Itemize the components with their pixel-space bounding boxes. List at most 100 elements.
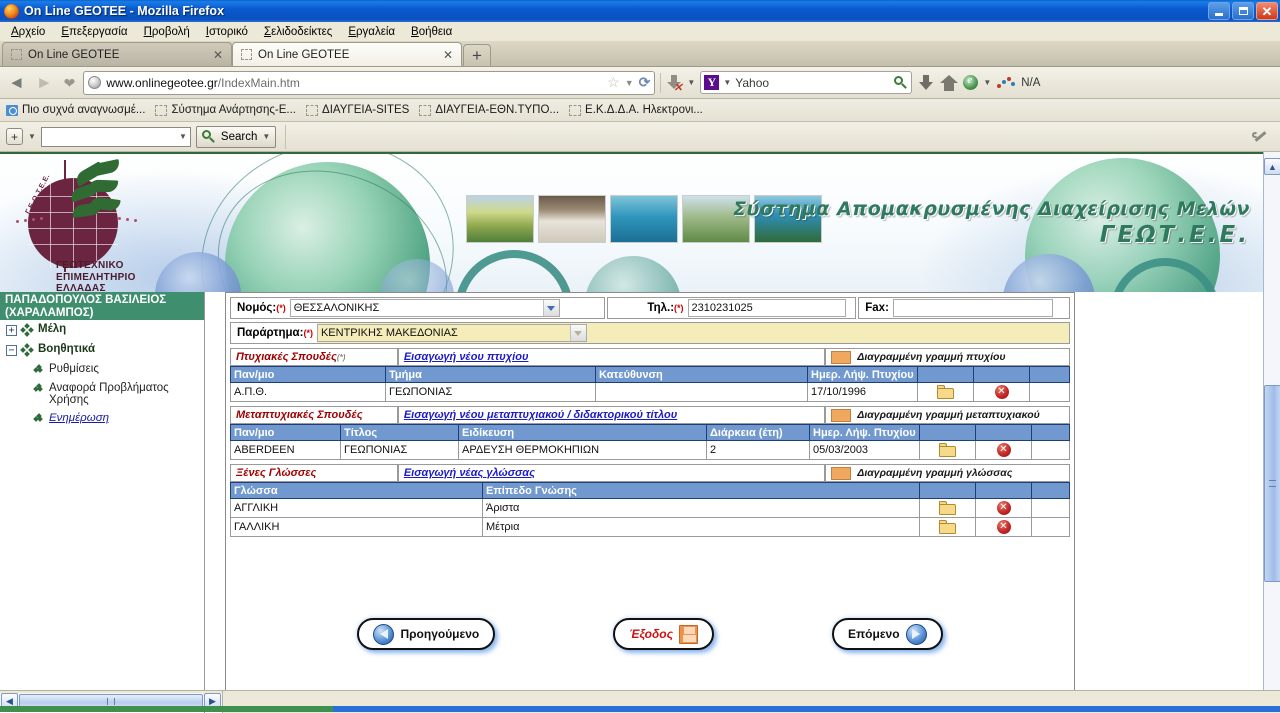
ie-tab-icon[interactable] — [963, 75, 978, 90]
download-blocked-icon[interactable]: ✕ — [666, 73, 682, 93]
exit-button[interactable]: Έξοδος — [613, 618, 714, 650]
tab-close-icon[interactable]: ✕ — [441, 48, 455, 62]
chevron-down-icon[interactable] — [543, 300, 559, 316]
delete-icon[interactable]: ✕ — [997, 520, 1011, 534]
parartima-select[interactable]: ΚΕΝΤΡΙΚΗΣ ΜΑΚΕΔΟΝΙΑΣ — [317, 324, 587, 342]
cell-delete[interactable]: ✕ — [976, 441, 1032, 460]
yahoo-search-box[interactable]: Y ▼ Yahoo — [700, 71, 912, 94]
add-button[interactable]: + — [6, 128, 23, 145]
maximize-button[interactable] — [1232, 2, 1254, 20]
chevron-down-icon[interactable]: ▼ — [723, 78, 731, 87]
next-button-label: Επόμενο — [848, 627, 900, 641]
scroll-up-button[interactable]: ▲ — [1264, 158, 1280, 175]
folder-icon[interactable] — [939, 443, 956, 457]
toolbar-search-input[interactable]: ▼ — [41, 127, 191, 147]
menu-item-help[interactable]: Βοήθεια — [404, 25, 459, 39]
fax-input[interactable] — [893, 299, 1053, 317]
add-degree-link[interactable]: Εισαγωγή νέου πτυχίου — [404, 351, 529, 363]
chevron-down-icon[interactable]: ▼ — [687, 78, 695, 87]
column-header — [920, 425, 976, 441]
toolbar-search-label: Search — [221, 131, 257, 143]
legend-label: Διαγραμμένη γραμμή πτυχίου — [857, 351, 1005, 363]
downloads-icon[interactable] — [917, 73, 935, 93]
scatter-plot-icon[interactable] — [996, 75, 1016, 91]
column-header — [976, 483, 1032, 499]
cell-delete[interactable]: ✕ — [974, 383, 1030, 402]
tab-close-icon[interactable]: ✕ — [211, 48, 225, 62]
close-button[interactable]: ✕ — [1256, 2, 1278, 20]
folder-icon[interactable] — [939, 520, 956, 534]
bookmark-star-icon[interactable]: ❤ — [61, 76, 79, 90]
delete-icon[interactable]: ✕ — [995, 385, 1009, 399]
leaf-diamond-icon — [34, 414, 45, 425]
menu-item-history[interactable]: Ιστορικό — [199, 25, 255, 39]
bookmark-item-1[interactable]: Σύστημα Ανάρτησης-Ε... — [155, 104, 296, 116]
chevron-down-icon[interactable]: ▼ — [262, 132, 270, 141]
column-header — [920, 483, 976, 499]
folder-icon[interactable] — [937, 385, 954, 399]
decorative-circle — [585, 256, 681, 292]
forward-icon[interactable]: ► — [33, 74, 56, 91]
add-language-link[interactable]: Εισαγωγή νέας γλώσσας — [404, 467, 535, 479]
address-bar[interactable]: www.onlinegeotee.gr/IndexMain.htm ☆ ▼ ⟳ — [83, 71, 655, 95]
cell-edit[interactable] — [920, 518, 976, 537]
bookmark-item-3[interactable]: ΔΙΑΥΓΕΙΑ-ΕΘΝ.ΤΥΠΟ... — [419, 104, 559, 116]
cell-spacer — [1032, 441, 1070, 460]
bookmark-icon[interactable]: ☆ — [607, 74, 620, 91]
sidebar-item-meli[interactable]: + Μέλη — [0, 320, 204, 340]
bookmark-item-4[interactable]: Ε.Κ.Δ.Δ.Α. Ηλεκτρονι... — [569, 104, 703, 116]
tab-0[interactable]: On Line GEOTEE ✕ — [2, 42, 232, 66]
folder-icon[interactable] — [939, 501, 956, 515]
vertical-scroll-thumb[interactable] — [1264, 385, 1280, 582]
sidebar-item-enimerosi[interactable]: Ενημέρωση — [0, 409, 204, 428]
new-tab-button[interactable]: + — [463, 44, 491, 66]
reload-icon[interactable]: ⟳ — [639, 74, 651, 91]
parartima-label: Παράρτημα:(*) — [231, 323, 317, 343]
expand-icon[interactable]: + — [6, 325, 17, 336]
cell-edit[interactable] — [918, 383, 974, 402]
menu-item-edit[interactable]: Επεξεργασία — [54, 25, 134, 39]
column-header — [1032, 425, 1070, 441]
back-icon[interactable]: ◄ — [5, 74, 28, 91]
table-header-row: Παν/μιο Τίτλος Ειδίκευση Διάρκεια (έτη) … — [231, 425, 1070, 441]
tab-1[interactable]: On Line GEOTEE ✕ — [232, 42, 462, 66]
add-postgrad-link[interactable]: Εισαγωγή νέου μεταπτυχιακού / διδακτορικ… — [404, 409, 677, 421]
sidebar-item-voithitika[interactable]: − Βοηθητικά — [0, 340, 204, 360]
nomos-select[interactable]: ΘΕΣΣΑΛΟΝΙΚΗΣ — [290, 299, 560, 317]
search-icon[interactable] — [894, 76, 908, 90]
toolbar-search-button[interactable]: Search ▼ — [196, 126, 276, 148]
cell-spacer — [1032, 499, 1070, 518]
page-vertical-scrollbar[interactable]: ▲ ▼ — [1263, 152, 1280, 713]
next-button[interactable]: Επόμενο — [832, 618, 943, 650]
home-icon[interactable] — [940, 75, 958, 91]
menu-item-tools[interactable]: Εργαλεία — [341, 25, 402, 39]
menu-item-view[interactable]: Προβολή — [137, 25, 197, 39]
cell-delete[interactable]: ✕ — [976, 518, 1032, 537]
chevron-down-icon[interactable]: ▼ — [28, 132, 36, 141]
delete-icon[interactable]: ✕ — [997, 501, 1011, 515]
sidebar-item-anafora-provlimatos[interactable]: Αναφορά Προβλήματος Χρήσης — [0, 379, 204, 409]
bookmark-item-2[interactable]: ΔΙΑΥΓΕΙΑ-SITES — [306, 104, 409, 116]
previous-button[interactable]: Προηγούμενο — [357, 618, 495, 650]
column-header: Παν/μιο — [231, 425, 341, 441]
sidebar-item-label[interactable]: Ενημέρωση — [49, 412, 109, 424]
cell-edit[interactable] — [920, 499, 976, 518]
sidebar-item-rythmiseis[interactable]: Ρυθμίσεις — [0, 360, 204, 379]
minimize-button[interactable] — [1208, 2, 1230, 20]
chevron-down-icon[interactable]: ▼ — [179, 132, 187, 141]
menu-item-bookmarks[interactable]: Σελιδοδείκτες — [257, 25, 339, 39]
menu-item-file[interactable]: Αρχείο — [4, 25, 52, 39]
window-controls: ✕ — [1208, 2, 1278, 20]
collapse-icon[interactable]: − — [6, 345, 17, 356]
bookmark-item-0[interactable]: Πιο συχνά αναγνωσμέ... — [6, 104, 145, 116]
settings-wrench-icon[interactable] — [1252, 128, 1268, 144]
chevron-down-icon[interactable]: ▼ — [983, 78, 991, 87]
cell-delete[interactable]: ✕ — [976, 499, 1032, 518]
column-header — [976, 425, 1032, 441]
parartima-value: ΚΕΝΤΡΙΚΗΣ ΜΑΚΕΔΟΝΙΑΣ — [318, 325, 570, 341]
chevron-down-icon[interactable]: ▼ — [625, 78, 634, 88]
cell-edit[interactable] — [920, 441, 976, 460]
delete-icon[interactable]: ✕ — [997, 443, 1011, 457]
column-header — [918, 367, 974, 383]
tel-input[interactable]: 2310231025 — [688, 299, 846, 317]
